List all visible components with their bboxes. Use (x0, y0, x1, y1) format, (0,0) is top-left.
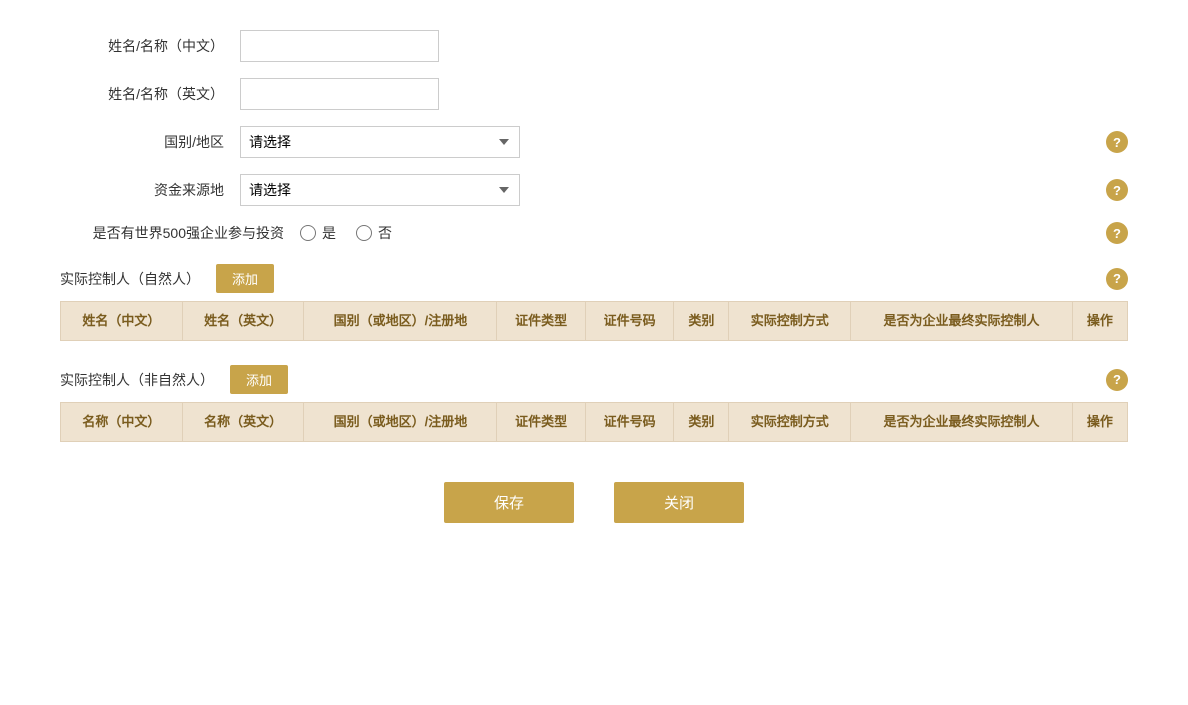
np-col-cert-num: 证件号码 (585, 302, 673, 341)
non-natural-person-title: 实际控制人（非自然人） (60, 370, 214, 390)
non-natural-person-table: 名称（中文） 名称（英文） 国别（或地区）/注册地 证件类型 证件号码 类别 实… (60, 402, 1128, 442)
non-natural-person-section: 实际控制人（非自然人） 添加 ? 名称（中文） 名称（英文） 国别（或地区）/注… (60, 365, 1128, 442)
natural-person-header-row: 姓名（中文） 姓名（英文） 国别（或地区）/注册地 证件类型 证件号码 类别 实… (61, 302, 1128, 341)
nnp-col-action: 操作 (1072, 403, 1127, 442)
nnp-col-is-final: 是否为企业最终实际控制人 (851, 403, 1073, 442)
fund-source-label: 资金来源地 (60, 180, 240, 200)
fund-source-content: 请选择 (240, 174, 1094, 206)
fund-source-row: 资金来源地 请选择 ? (60, 174, 1128, 206)
fund-source-select[interactable]: 请选择 (240, 174, 520, 206)
np-col-category: 类别 (674, 302, 729, 341)
fortune500-help-icon[interactable]: ? (1106, 222, 1128, 244)
np-col-name-en: 姓名（英文） (182, 302, 304, 341)
fund-source-help-icon[interactable]: ? (1106, 179, 1128, 201)
natural-person-table-head: 姓名（中文） 姓名（英文） 国别（或地区）/注册地 证件类型 证件号码 类别 实… (61, 302, 1128, 341)
non-natural-person-add-button[interactable]: 添加 (230, 365, 288, 394)
nnp-col-country: 国别（或地区）/注册地 (304, 403, 497, 442)
name-en-label: 姓名/名称（英文） (60, 84, 240, 104)
non-natural-person-header-row: 名称（中文） 名称（英文） 国别（或地区）/注册地 证件类型 证件号码 类别 实… (61, 403, 1128, 442)
natural-person-table-container: 姓名（中文） 姓名（英文） 国别（或地区）/注册地 证件类型 证件号码 类别 实… (60, 301, 1128, 341)
non-natural-person-header: 实际控制人（非自然人） 添加 ? (60, 365, 1128, 394)
non-natural-person-table-head: 名称（中文） 名称（英文） 国别（或地区）/注册地 证件类型 证件号码 类别 实… (61, 403, 1128, 442)
non-natural-person-table-container: 名称（中文） 名称（英文） 国别（或地区）/注册地 证件类型 证件号码 类别 实… (60, 402, 1128, 442)
non-natural-person-help-icon[interactable]: ? (1106, 369, 1128, 391)
np-col-cert-type: 证件类型 (497, 302, 585, 341)
natural-person-title: 实际控制人（自然人） (60, 269, 200, 289)
name-cn-row: 姓名/名称（中文） (60, 30, 1128, 62)
name-en-content (240, 78, 1128, 110)
natural-person-section: 实际控制人（自然人） 添加 ? 姓名（中文） 姓名（英文） 国别（或地区）/注册… (60, 264, 1128, 341)
name-en-row: 姓名/名称（英文） (60, 78, 1128, 110)
np-col-control-method: 实际控制方式 (729, 302, 851, 341)
country-label: 国别/地区 (60, 132, 240, 152)
country-help-icon[interactable]: ? (1106, 131, 1128, 153)
np-col-name-cn: 姓名（中文） (61, 302, 183, 341)
country-content: 请选择 (240, 126, 1094, 158)
nnp-col-name-cn: 名称（中文） (61, 403, 183, 442)
nnp-col-name-en: 名称（英文） (182, 403, 304, 442)
nnp-col-category: 类别 (674, 403, 729, 442)
fortune500-content: 是 否 (300, 223, 1094, 243)
fortune500-no-label: 否 (378, 223, 392, 243)
natural-person-table: 姓名（中文） 姓名（英文） 国别（或地区）/注册地 证件类型 证件号码 类别 实… (60, 301, 1128, 341)
name-cn-input[interactable] (240, 30, 439, 62)
natural-person-add-button[interactable]: 添加 (216, 264, 274, 293)
country-select[interactable]: 请选择 (240, 126, 520, 158)
np-col-action: 操作 (1072, 302, 1127, 341)
fortune500-radio-group: 是 否 (300, 223, 1094, 243)
name-en-input[interactable] (240, 78, 439, 110)
close-button[interactable]: 关闭 (614, 482, 744, 523)
main-form: 姓名/名称（中文） 姓名/名称（英文） 国别/地区 请选择 ? 资金来源地 请选… (60, 30, 1128, 244)
fortune500-no-radio[interactable] (356, 225, 372, 241)
name-cn-content (240, 30, 1128, 62)
fortune500-yes-option[interactable]: 是 (300, 223, 336, 243)
fortune500-yes-label: 是 (322, 223, 336, 243)
name-cn-label: 姓名/名称（中文） (60, 36, 240, 56)
nnp-col-cert-type: 证件类型 (497, 403, 585, 442)
natural-person-header: 实际控制人（自然人） 添加 ? (60, 264, 1128, 293)
fortune500-row: 是否有世界500强企业参与投资 是 否 ? (60, 222, 1128, 244)
np-col-country: 国别（或地区）/注册地 (304, 302, 497, 341)
country-row: 国别/地区 请选择 ? (60, 126, 1128, 158)
fortune500-label: 是否有世界500强企业参与投资 (60, 223, 300, 243)
bottom-actions: 保存 关闭 (60, 482, 1128, 523)
np-col-is-final: 是否为企业最终实际控制人 (851, 302, 1073, 341)
natural-person-help-icon[interactable]: ? (1106, 268, 1128, 290)
nnp-col-cert-num: 证件号码 (585, 403, 673, 442)
nnp-col-control-method: 实际控制方式 (729, 403, 851, 442)
save-button[interactable]: 保存 (444, 482, 574, 523)
fortune500-yes-radio[interactable] (300, 225, 316, 241)
fortune500-no-option[interactable]: 否 (356, 223, 392, 243)
